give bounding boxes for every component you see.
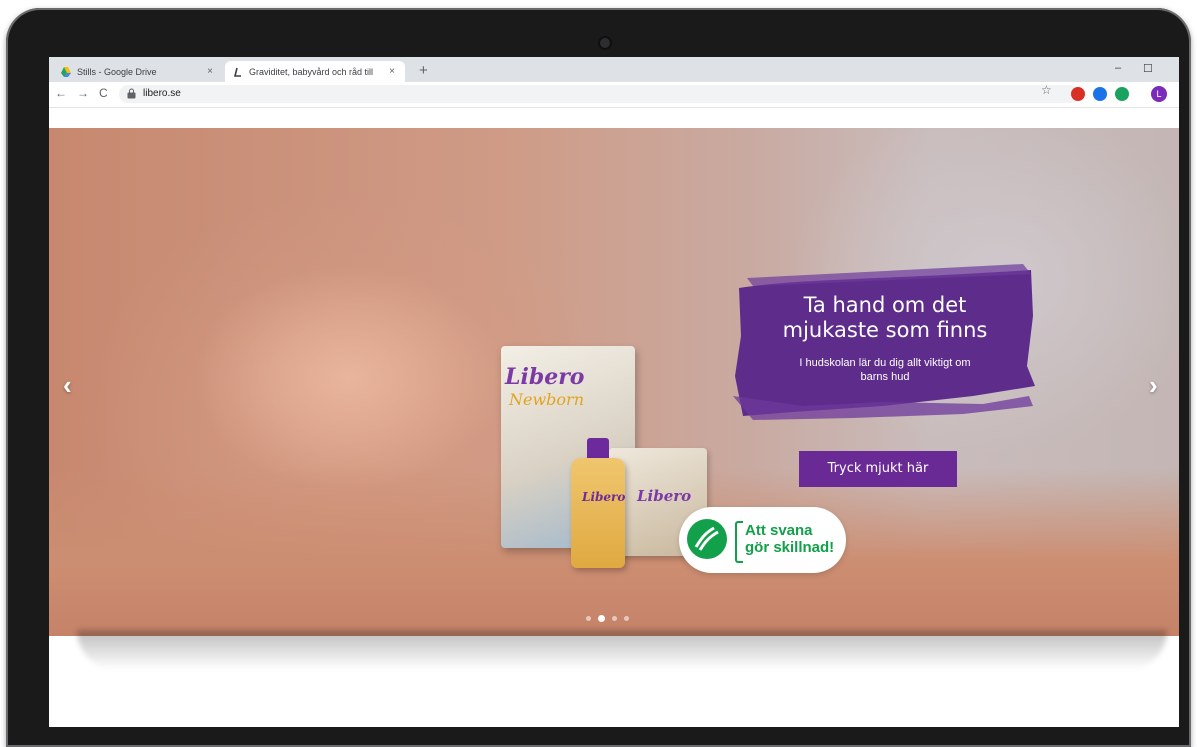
swan-badge-line1: Att svana bbox=[745, 522, 813, 539]
red-extension-icon[interactable] bbox=[1071, 87, 1085, 101]
blue-extension-icon[interactable] bbox=[1093, 87, 1107, 101]
close-tab-icon[interactable]: × bbox=[203, 66, 217, 77]
webcam bbox=[600, 38, 610, 48]
browser-toolbar: ← → C libero.se ☆ L bbox=[49, 82, 1179, 108]
libero-favicon-icon bbox=[233, 67, 241, 77]
site-header bbox=[49, 108, 1179, 130]
web-page: Libero Newborn Libero Libero Att svana g… bbox=[49, 108, 1179, 727]
carousel-prev-arrow-icon[interactable]: ‹ bbox=[63, 370, 72, 401]
tab-title: Stills - Google Drive bbox=[77, 66, 157, 77]
new-tab-button[interactable]: + bbox=[419, 62, 428, 79]
carousel-dots bbox=[586, 615, 629, 622]
hero-subtitle-line1: I hudskolan lär du dig allt viktigt om bbox=[799, 357, 971, 369]
profile-avatar[interactable]: L bbox=[1151, 86, 1167, 102]
swan-ecolabel-badge: Att svana gör skillnad! bbox=[679, 507, 846, 573]
hero-subtitle: I hudskolan lär du dig allt viktigt om b… bbox=[785, 356, 985, 384]
swan-mark-icon bbox=[694, 526, 719, 551]
tab-title: Graviditet, babyvård och råd till bbox=[249, 66, 374, 77]
tab-libero[interactable]: Graviditet, babyvård och råd till × bbox=[225, 61, 405, 82]
address-bar[interactable]: libero.se bbox=[119, 85, 1079, 103]
hero-carousel: Libero Newborn Libero Libero Att svana g… bbox=[49, 128, 1179, 636]
forward-button[interactable]: → bbox=[77, 86, 89, 100]
baby-oil-bottle bbox=[571, 458, 625, 568]
carousel-dot[interactable] bbox=[624, 616, 629, 621]
laptop-frame: Stills - Google Drive × Graviditet, baby… bbox=[6, 8, 1191, 747]
carousel-dot[interactable] bbox=[612, 616, 617, 621]
green-extension-icon[interactable] bbox=[1115, 87, 1129, 101]
close-tab-icon[interactable]: × bbox=[385, 66, 399, 77]
hero-title: Ta hand om det mjukaste som finns bbox=[735, 293, 1035, 343]
url-text: libero.se bbox=[143, 88, 181, 99]
swan-badge-text: Att svana gör skillnad! bbox=[745, 522, 834, 556]
google-drive-icon bbox=[61, 66, 71, 77]
restore-button[interactable]: ☐ bbox=[1143, 62, 1153, 75]
oil-brand: Libero bbox=[582, 490, 626, 504]
bookmark-star-icon[interactable]: ☆ bbox=[1041, 83, 1052, 97]
hero-title-line2: mjukaste som finns bbox=[782, 318, 988, 342]
hero-subtitle-line2: barns hud bbox=[860, 371, 910, 383]
bracket-decoration bbox=[735, 521, 743, 563]
tab-strip: Stills - Google Drive × Graviditet, baby… bbox=[49, 57, 1179, 82]
cta-button[interactable]: Tryck mjukt här bbox=[799, 451, 957, 487]
reload-button[interactable]: C bbox=[99, 86, 108, 100]
tab-google-drive[interactable]: Stills - Google Drive × bbox=[53, 61, 223, 82]
product-variant: Newborn bbox=[509, 390, 584, 409]
hero-title-line1: Ta hand om det bbox=[803, 293, 967, 317]
carousel-dot-active[interactable] bbox=[598, 615, 605, 622]
product-brand: Libero bbox=[505, 364, 585, 390]
minimize-button[interactable]: – bbox=[1115, 62, 1121, 74]
browser-window: Stills - Google Drive × Graviditet, baby… bbox=[49, 57, 1179, 727]
carousel-next-arrow-icon[interactable]: › bbox=[1149, 370, 1158, 401]
lock-icon bbox=[127, 88, 136, 99]
back-button[interactable]: ← bbox=[55, 86, 67, 100]
swan-logo-icon bbox=[687, 519, 727, 559]
carousel-dot[interactable] bbox=[586, 616, 591, 621]
swan-badge-line2: gör skillnad! bbox=[745, 539, 835, 556]
pack-brand: Libero bbox=[637, 487, 692, 505]
section-shadow bbox=[77, 630, 1167, 670]
